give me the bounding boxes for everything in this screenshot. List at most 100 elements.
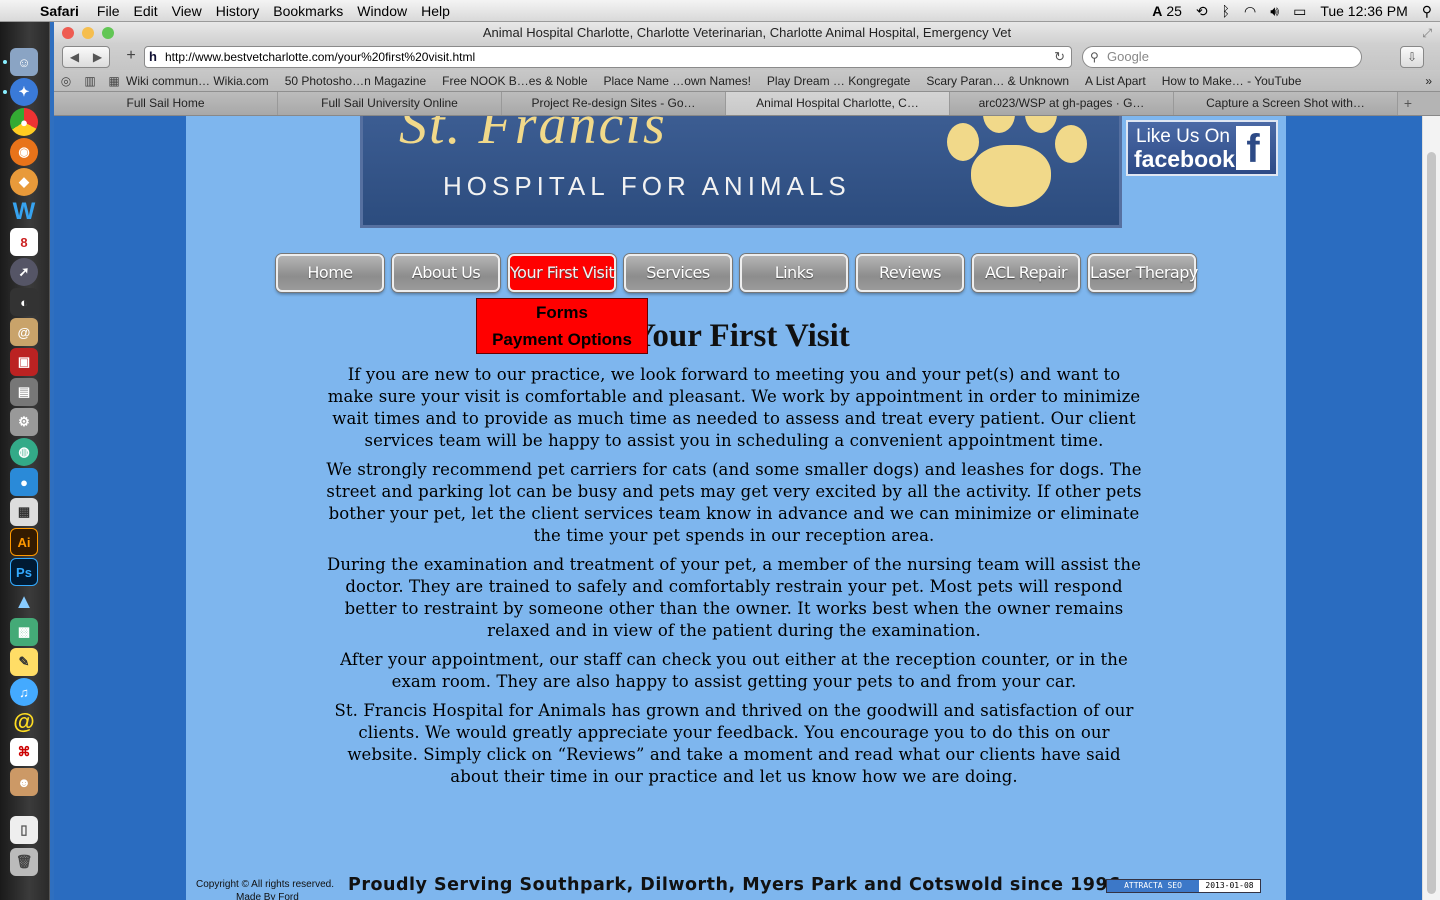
attracta-seo-badge[interactable]: ATTRACTA SEO 2013-01-08 [1106,879,1261,893]
network-icon[interactable]: ◍ [10,438,38,466]
paw-print-icon [943,116,1093,211]
menu-view[interactable]: View [172,3,216,19]
menu-app-safari[interactable]: Safari [40,3,97,19]
tab-github-wsp[interactable]: arc023/WSP at gh-pages · G… [950,92,1174,115]
site-banner[interactable]: St. Francis HOSPITAL FOR ANIMALS [360,116,1122,228]
dropdown-item-forms[interactable]: Forms [477,299,647,326]
bookmark-item[interactable]: Scary Paran… & Unknown [926,74,1085,88]
finder-icon[interactable]: ☺ [10,48,38,76]
tab-full-sail-online[interactable]: Full Sail University Online [278,92,502,115]
footer-copyright: Copyright © All rights reserved. Made By… [196,878,334,900]
dropdown-item-payment-options[interactable]: Payment Options [477,326,647,353]
minimize-window-icon[interactable] [82,27,94,39]
menu-edit[interactable]: Edit [133,3,171,19]
tab-capture-screenshot[interactable]: Capture a Screen Shot with… [1174,92,1398,115]
clock[interactable]: Tue 12:36 PM [1320,3,1407,19]
vertical-scrollbar[interactable] [1422,116,1440,900]
app-icon[interactable]: ◆ [10,168,38,196]
made-by-text: Made By Ford [236,892,299,900]
nav-reviews[interactable]: Reviews [856,254,964,292]
seo-badge-label: ATTRACTA SEO [1107,880,1199,892]
add-bookmark-button[interactable]: + [120,46,142,68]
bookmark-item[interactable]: How to Make… - YouTube [1162,74,1318,88]
iphoto-icon[interactable]: ▩ [10,618,38,646]
page-title: Your First Visit [632,318,850,354]
menu-bookmarks[interactable]: Bookmarks [273,3,357,19]
reload-icon[interactable]: ↻ [1054,47,1065,67]
nav-home[interactable]: Home [276,254,384,292]
nav-acl-repair[interactable]: ACL Repair [972,254,1080,292]
bookmark-item[interactable]: Free NOOK B…es & Noble [442,74,603,88]
bookmarks-book-icon[interactable]: ▥ [78,74,102,88]
facetime-icon[interactable]: ◐ [10,288,38,316]
safari-icon[interactable]: ✦ [10,78,38,106]
documents-icon[interactable]: ▯ [10,816,38,844]
calendar-icon[interactable]: 8 [10,228,38,256]
app-icon[interactable]: @ [10,708,38,736]
scrollbar-thumb[interactable] [1427,152,1436,894]
bookmark-item[interactable]: Wiki commun… Wikia.com [126,74,285,88]
adobe-count: 25 [1166,3,1182,19]
contacts-icon[interactable]: @ [10,318,38,346]
photo-booth-icon[interactable]: ▣ [10,348,38,376]
page-content: If you are new to our practice, we look … [324,364,1144,795]
downloads-button[interactable]: ⇩ [1400,46,1424,68]
app-icon[interactable]: ☻ [10,768,38,796]
tab-project-redesign[interactable]: Project Re-design Sites - Go… [502,92,726,115]
nav-links[interactable]: Links [740,254,848,292]
bookmark-item[interactable]: Play Dream … Kongregate [767,74,926,88]
reading-list-icon[interactable]: ◎ [54,74,78,88]
photoshop-icon[interactable]: Ps [10,558,38,586]
firefox-icon[interactable]: ◉ [10,138,38,166]
illustrator-icon[interactable]: Ai [10,528,38,556]
facebook-wordmark: facebook [1134,146,1235,172]
launchpad-icon[interactable]: ➚ [10,258,38,286]
new-tab-icon[interactable]: + [1398,92,1418,115]
bluetooth-icon[interactable]: ᛒ [1222,3,1230,19]
wordpress-icon[interactable]: W [10,198,38,226]
forward-arrow-icon[interactable]: ▶ [86,47,109,67]
tab-full-sail-home[interactable]: Full Sail Home [54,92,278,115]
address-bar[interactable]: h http://www.bestvetcharlotte.com/your%2… [144,46,1072,68]
close-window-icon[interactable] [62,27,74,39]
time-machine-icon[interactable]: ⟲ [1196,3,1208,20]
menu-window[interactable]: Window [357,3,421,19]
trash-icon[interactable]: 🗑︎ [10,848,38,876]
itunes-icon[interactable]: ♫ [10,678,38,706]
top-sites-icon[interactable]: ▦ [102,74,126,88]
system-preferences-icon[interactable]: ⚙ [10,408,38,436]
wifi-icon[interactable]: ◠ [1244,3,1256,20]
app-icon[interactable]: ▲ [10,588,38,616]
preview-icon[interactable]: ▤ [10,378,38,406]
battery-icon[interactable]: ▭ [1293,3,1306,20]
bookmark-item[interactable]: 50 Photosho…n Magazine [285,74,442,88]
calculator-icon[interactable]: ▦ [10,498,38,526]
menu-file[interactable]: File [97,3,134,19]
spotlight-icon[interactable]: ⚲ [1422,3,1432,20]
nav-dropdown-menu: Forms Payment Options [476,298,648,354]
tab-animal-hospital[interactable]: Animal Hospital Charlotte, C… [726,92,950,115]
banner-subtitle: HOSPITAL FOR ANIMALS [443,171,851,201]
zoom-window-icon[interactable] [102,27,114,39]
menu-history[interactable]: History [216,3,274,19]
nav-your-first-visit[interactable]: Your First Visit [508,254,616,292]
facebook-like-button[interactable]: Like Us On facebook f [1126,120,1278,176]
banner-title: St. Francis [399,116,667,156]
nav-laser-therapy[interactable]: Laser Therapy [1088,254,1198,292]
stickies-icon[interactable]: ✎ [10,648,38,676]
back-arrow-icon[interactable]: ◀ [63,47,86,67]
menu-help[interactable]: Help [421,3,464,19]
bookmark-item[interactable]: A List Apart [1085,74,1162,88]
volume-icon[interactable]: 🔊︎ [1270,3,1279,20]
adobe-status-icon[interactable]: A 25 [1152,3,1182,19]
search-field[interactable]: ⚲ Google [1082,46,1362,68]
bookmark-item[interactable]: Place Name …own Names! [604,74,767,88]
fullscreen-icon[interactable]: ⤢ [1422,22,1432,44]
search-placeholder: Google [1107,49,1149,64]
acrobat-icon[interactable]: ⌘ [10,738,38,766]
more-bookmarks-icon[interactable]: » [1425,74,1440,88]
nav-about-us[interactable]: About Us [392,254,500,292]
chrome-icon[interactable]: ● [10,108,38,136]
nav-services[interactable]: Services [624,254,732,292]
messages-icon[interactable]: ● [10,468,38,496]
